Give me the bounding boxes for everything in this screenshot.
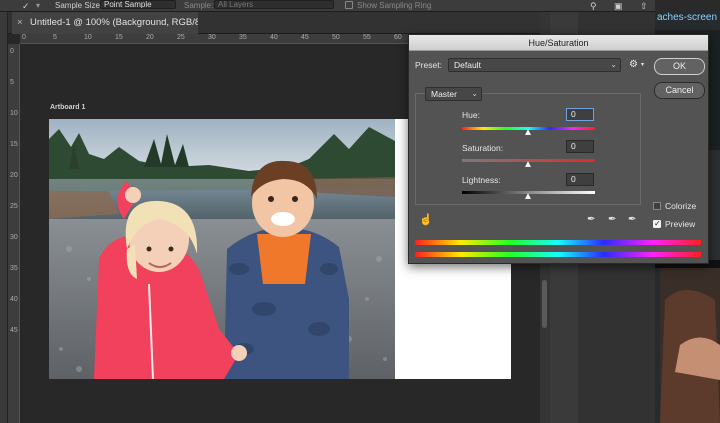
sampling-ring-checkbox[interactable] bbox=[345, 1, 353, 9]
eyedropper-minus-icon[interactable]: ✒ bbox=[628, 214, 636, 225]
sample-dropdown[interactable]: All Layers bbox=[214, 0, 334, 9]
document-tab[interactable]: × Untitled-1 @ 100% (Background, RGB/8#)… bbox=[12, 12, 198, 34]
ruler-tick-label: 40 bbox=[270, 34, 278, 41]
chevron-down-icon[interactable]: ▾ bbox=[36, 1, 40, 10]
hue-input[interactable]: 0 bbox=[566, 108, 594, 121]
ruler-tick-label: 10 bbox=[10, 110, 18, 117]
preset-dropdown[interactable]: Default ⌄ bbox=[448, 58, 621, 72]
chevron-down-icon: ▾ bbox=[641, 62, 645, 68]
gear-icon[interactable]: ⚙ bbox=[629, 59, 638, 70]
saturation-slider-thumb[interactable] bbox=[525, 161, 531, 167]
lightness-label: Lightness: bbox=[462, 175, 501, 185]
ruler-tick-label: 10 bbox=[84, 34, 92, 41]
eyedropper-icon[interactable]: ✒ bbox=[587, 214, 595, 225]
ruler-tick-label: 15 bbox=[10, 141, 18, 148]
ruler-tick-label: 30 bbox=[208, 34, 216, 41]
share-icon[interactable]: ⇧ bbox=[640, 1, 648, 11]
hand-icon[interactable]: ☝ bbox=[419, 213, 433, 226]
sample-size-dropdown[interactable]: Point Sample bbox=[100, 0, 176, 9]
hue-label: Hue: bbox=[462, 110, 480, 120]
scrollbar-thumb[interactable] bbox=[542, 280, 547, 328]
preset-value: Default bbox=[454, 60, 481, 70]
ruler-tick-label: 40 bbox=[10, 296, 18, 303]
artboard-label[interactable]: Artboard 1 bbox=[50, 104, 85, 111]
saturation-input[interactable]: 0 bbox=[566, 140, 594, 153]
sampling-ring-label: Show Sampling Ring bbox=[357, 1, 432, 10]
ruler-tick-label: 20 bbox=[146, 34, 154, 41]
saturation-label: Saturation: bbox=[462, 143, 504, 153]
close-tab-icon[interactable]: × bbox=[17, 12, 23, 34]
tools-panel[interactable] bbox=[0, 12, 8, 423]
ruler-tick-label: 30 bbox=[10, 234, 18, 241]
ruler-tick-label: 45 bbox=[10, 327, 18, 334]
preview-checkbox[interactable] bbox=[653, 219, 661, 228]
orange-shirt bbox=[257, 234, 311, 284]
ruler-tick-label: 5 bbox=[53, 34, 57, 41]
lightness-input[interactable]: 0 bbox=[566, 173, 594, 186]
ruler-tick-label: 45 bbox=[301, 34, 309, 41]
document-tab-title: Untitled-1 @ 100% (Background, RGB/8#) * bbox=[30, 17, 198, 28]
ruler-tick-label: 0 bbox=[10, 48, 14, 55]
ruler-tick-label: 5 bbox=[10, 79, 14, 86]
sample-size-label: Sample Size: bbox=[55, 1, 103, 10]
ruler-tick-label: 50 bbox=[332, 34, 340, 41]
ruler-tick-label: 0 bbox=[22, 34, 26, 41]
hue-slider-thumb[interactable] bbox=[525, 129, 531, 135]
eyedropper-plus-icon[interactable]: ✒ bbox=[608, 214, 616, 225]
ruler-tick-label: 20 bbox=[10, 172, 18, 179]
video-top-bar bbox=[655, 0, 720, 12]
lightness-slider-thumb[interactable] bbox=[525, 193, 531, 199]
chevron-down-icon: ⌄ bbox=[471, 89, 478, 98]
vertical-ruler[interactable]: 0 5 10 15 20 25 30 35 40 45 bbox=[8, 44, 20, 423]
ruler-tick-label: 15 bbox=[115, 34, 123, 41]
search-icon[interactable]: ⚲ bbox=[590, 1, 597, 11]
input-color-bar bbox=[415, 240, 701, 245]
eyedropper-icon[interactable]: ✓ bbox=[22, 1, 30, 11]
channel-value: Master bbox=[431, 89, 457, 99]
ruler-tick-label: 25 bbox=[177, 34, 185, 41]
ruler-tick-label: 35 bbox=[10, 265, 18, 272]
adjustment-group bbox=[415, 93, 641, 205]
ruler-tick-label: 60 bbox=[394, 34, 402, 41]
ruler-tick-label: 55 bbox=[363, 34, 371, 41]
ruler-tick-label: 25 bbox=[10, 203, 18, 210]
output-color-bar bbox=[415, 252, 701, 257]
workspace-icon[interactable]: ▣ bbox=[614, 1, 623, 11]
preset-label: Preset: bbox=[415, 60, 442, 70]
sample-label: Sample: bbox=[184, 1, 214, 10]
video-caption: aches-screen bbox=[657, 12, 718, 23]
ruler-tick-label: 35 bbox=[239, 34, 247, 41]
ok-button[interactable]: OK bbox=[654, 58, 705, 75]
dialog-title[interactable]: Hue/Saturation bbox=[409, 35, 708, 51]
channel-dropdown[interactable]: Master ⌄ bbox=[425, 87, 482, 101]
options-bar: ✓ ▾ Sample Size: Point Sample Sample: Al… bbox=[0, 0, 720, 12]
chevron-down-icon: ⌄ bbox=[610, 60, 617, 69]
preview-label: Preview bbox=[665, 219, 696, 229]
colorize-checkbox[interactable] bbox=[653, 202, 661, 210]
photo-illustration bbox=[49, 119, 395, 379]
cancel-button[interactable]: Cancel bbox=[654, 82, 705, 99]
photo-layer bbox=[49, 119, 395, 379]
colorize-label: Colorize bbox=[665, 201, 697, 211]
hue-saturation-dialog[interactable]: Hue/Saturation Preset: Default ⌄ ⚙ ▾ OK … bbox=[408, 34, 709, 264]
photoshop-window: ✓ ▾ Sample Size: Point Sample Sample: Al… bbox=[0, 0, 720, 423]
